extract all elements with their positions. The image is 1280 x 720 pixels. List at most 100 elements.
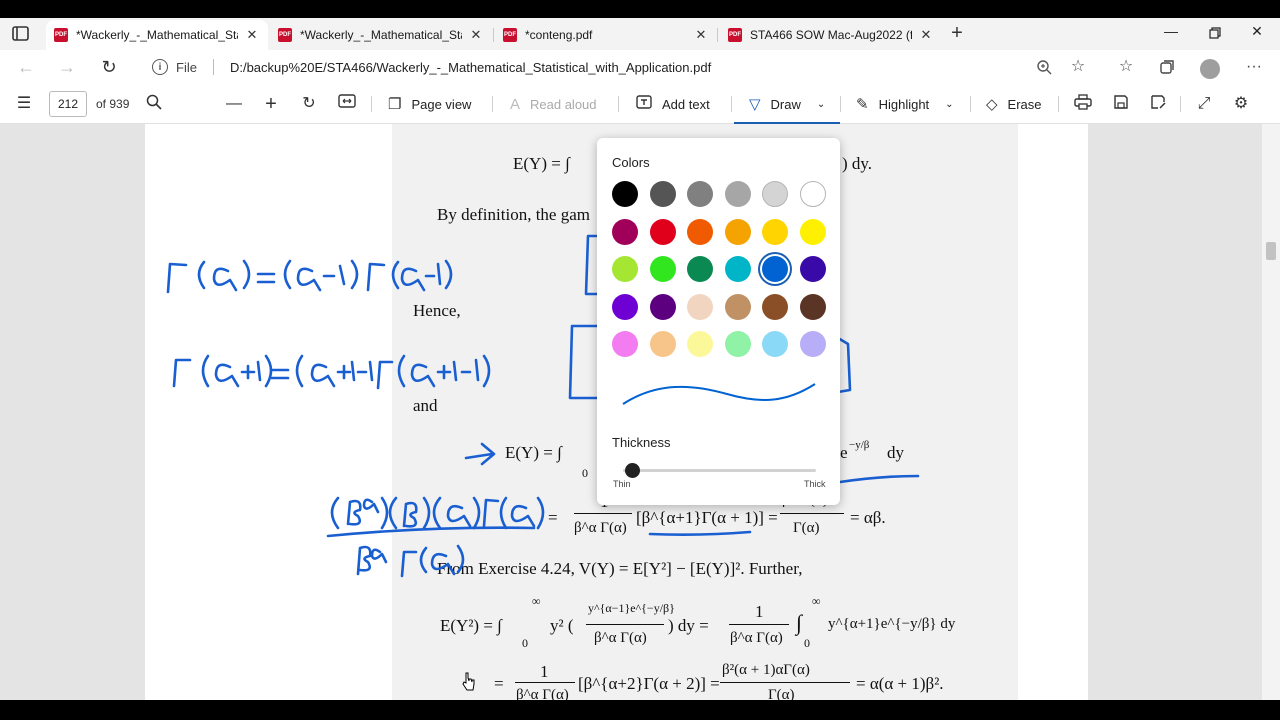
save-icon[interactable] [1111,94,1131,114]
page-view-label: Page view [411,96,472,112]
forward-icon[interactable]: → [55,56,79,78]
color-swatch[interactable] [687,293,714,320]
pdf-icon: PDF [503,28,517,42]
colors-title: Colors [612,155,650,170]
save-as-icon[interactable] [1148,94,1168,114]
draw-button[interactable]: ▽ Draw ⌄ [749,94,825,114]
search-icon[interactable] [144,94,164,114]
chevron-down-icon[interactable]: ⌄ [945,99,953,110]
print-icon[interactable] [1073,94,1093,114]
refresh-icon[interactable]: ↻ [97,56,121,78]
add-text-icon [636,95,652,113]
close-icon[interactable]: ✕ [918,27,934,43]
rotate-icon[interactable]: ↻ [299,94,319,114]
color-swatch[interactable] [724,256,751,283]
color-swatch[interactable] [612,293,638,320]
color-swatch[interactable] [649,256,676,283]
color-swatch[interactable] [687,331,714,358]
gear-icon[interactable]: ⚙ [1231,94,1251,114]
erase-button[interactable]: ◇ Erase [986,94,1042,114]
page-view-button[interactable]: ❐ Page view [388,94,471,114]
color-swatch[interactable] [800,218,826,245]
color-swatch[interactable] [612,218,638,245]
color-swatch[interactable] [762,181,789,207]
color-swatch[interactable] [762,293,789,320]
color-swatch[interactable] [649,218,676,245]
color-swatch[interactable] [800,181,826,207]
toolbar-divider [618,96,619,112]
tab-wackerly-2[interactable]: PDF *Wackerly_-_Mathematical_Statis ✕ [270,20,492,50]
vertical-scrollbar[interactable] [1262,124,1280,704]
address-bar: ← → ↻ i File D:/backup%20E/STA466/Wacker… [0,50,1280,84]
color-swatch[interactable] [649,331,676,358]
color-swatch[interactable] [800,256,826,283]
highlighter-icon: ✎ [856,96,869,113]
thickness-slider[interactable] [623,469,816,472]
color-swatch[interactable] [687,256,714,283]
url-text: D:/backup%20E/STA466/Wackerly_-_Mathemat… [229,59,712,75]
add-favorite-icon[interactable]: ☆ [1066,56,1090,78]
zoom-out-icon[interactable]: — [224,94,244,114]
fit-page-icon[interactable] [337,94,357,114]
color-swatch[interactable] [649,293,676,320]
profile-avatar[interactable] [1200,59,1220,79]
color-swatch[interactable] [762,256,789,283]
tab-conteng[interactable]: PDF *conteng.pdf ✕ [495,20,717,50]
color-swatch[interactable] [612,181,638,207]
highlight-button[interactable]: ✎ Highlight ⌄ [856,94,954,114]
color-swatch[interactable] [687,181,714,207]
zoom-icon[interactable] [1032,56,1056,78]
new-tab-button[interactable]: + [946,23,968,44]
color-swatch[interactable] [724,218,751,245]
minimize-icon[interactable]: — [1156,23,1186,45]
info-icon[interactable]: i [152,59,168,75]
favorites-icon[interactable]: ☆ [1114,56,1138,78]
add-text-label: Add text [662,96,710,112]
add-text-button[interactable]: Add text [636,94,710,114]
screen-bottom-bar [0,700,1280,720]
thin-label: Thin [613,479,631,489]
tab-actions-icon[interactable] [10,25,32,43]
draw-options-flyout: Colors Thickness Thin Thick [597,138,840,505]
color-swatch[interactable] [612,331,638,358]
color-swatch[interactable] [649,181,676,207]
back-icon[interactable]: ← [14,56,38,78]
fullscreen-icon[interactable]: ⤢ [1194,94,1214,114]
tab-divider [493,28,494,42]
draw-icon: ▽ [749,96,761,113]
page-number-input[interactable]: 212 [49,91,87,117]
chevron-down-icon[interactable]: ⌄ [817,99,825,110]
vertical-scroll-thumb[interactable] [1266,242,1276,260]
color-swatch[interactable] [800,293,826,320]
contents-icon[interactable]: ☰ [14,94,34,114]
tab-label: *conteng.pdf [525,28,593,42]
tab-wackerly-1[interactable]: PDF *Wackerly_-_Mathematical_Statis ✕ [46,20,268,50]
restore-icon[interactable] [1200,23,1230,45]
url-field[interactable]: i File D:/backup%20E/STA466/Wackerly_-_M… [140,53,1100,81]
zoom-in-icon[interactable]: + [261,94,281,114]
read-aloud-button[interactable]: A Read aloud [510,94,597,114]
thickness-slider-handle[interactable] [624,463,640,478]
toolbar-divider [1058,96,1059,112]
color-swatch[interactable] [800,331,826,358]
close-icon[interactable]: ✕ [693,27,709,43]
window-close-icon[interactable]: ✕ [1242,23,1272,45]
color-swatch[interactable] [612,256,638,283]
color-swatch[interactable] [687,218,714,245]
tab-label: *Wackerly_-_Mathematical_Statis [300,28,462,42]
more-icon[interactable]: ··· [1242,56,1266,78]
color-swatch[interactable] [762,331,789,358]
tab-sow[interactable]: PDF STA466 SOW Mac-Aug2022 (for ✕ [720,20,942,50]
toolbar-divider [1180,96,1181,112]
close-icon[interactable]: ✕ [468,27,484,43]
toolbar-divider [731,96,732,112]
color-swatch[interactable] [762,218,789,245]
collections-icon[interactable] [1155,56,1179,78]
close-icon[interactable]: ✕ [244,27,260,43]
color-swatch[interactable] [724,293,751,320]
mouse-cursor [462,672,476,692]
toolbar-divider [840,96,841,112]
color-swatch[interactable] [724,181,751,207]
color-swatch[interactable] [724,331,751,358]
toolbar-divider [371,96,372,112]
